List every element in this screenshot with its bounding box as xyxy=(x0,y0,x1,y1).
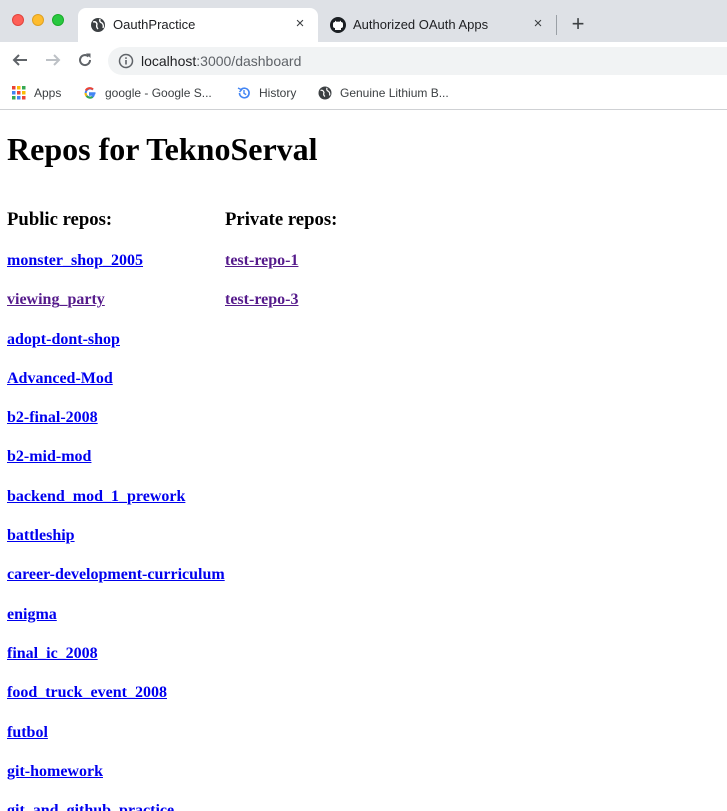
repo-link[interactable]: test-repo-1 xyxy=(225,252,298,269)
list-item: career-development-curriculum xyxy=(7,547,225,586)
list-item: battleship xyxy=(7,508,225,547)
repo-link[interactable]: final_ic_2008 xyxy=(7,645,98,662)
list-item: test-repo-3 xyxy=(225,272,337,311)
github-icon xyxy=(330,17,346,33)
repo-link[interactable]: battleship xyxy=(7,527,75,544)
repo-link[interactable]: monster_shop_2005 xyxy=(7,252,143,269)
list-item: futbol xyxy=(7,704,225,743)
back-button[interactable] xyxy=(10,50,30,70)
repo-link[interactable]: backend_mod_1_prework xyxy=(7,488,185,505)
list-item: backend_mod_1_prework xyxy=(7,468,225,507)
list-item: git-homework xyxy=(7,744,225,783)
globe-icon xyxy=(318,86,332,100)
list-item: b2-mid-mod xyxy=(7,429,225,468)
list-item: test-repo-1 xyxy=(225,231,337,272)
tab-title: Authorized OAuth Apps xyxy=(353,17,489,32)
apps-grid-icon xyxy=(12,86,26,100)
bookmark-label: Genuine Lithium B... xyxy=(340,86,449,100)
bookmark-label: History xyxy=(259,86,297,100)
tab-separator xyxy=(556,15,557,35)
tab-close-icon[interactable]: × xyxy=(292,16,308,32)
public-repos-heading: Public repos: xyxy=(7,209,113,230)
tab-authorized-oauth-apps[interactable]: Authorized OAuth Apps × xyxy=(318,8,556,42)
tab-close-icon[interactable]: × xyxy=(530,16,546,32)
window-maximize-button[interactable] xyxy=(52,14,64,26)
public-repos-list: monster_shop_2005 viewing_party adopt-dont… xyxy=(7,231,225,811)
reload-icon xyxy=(79,53,92,67)
bookmark-genuine-lithium[interactable]: Genuine Lithium B... xyxy=(318,84,449,102)
private-repos-list: test-repo-1 test-repo-3 xyxy=(225,231,337,311)
list-item: final_ic_2008 xyxy=(7,626,225,665)
bookmark-apps[interactable]: Apps xyxy=(12,84,61,102)
repo-link[interactable]: adopt-dont-shop xyxy=(7,331,120,348)
repo-link[interactable]: career-development-curriculum xyxy=(7,566,225,583)
repo-link[interactable]: b2-mid-mod xyxy=(7,448,91,465)
repo-link[interactable]: git_and_github_practice xyxy=(7,802,174,811)
repo-link[interactable]: b2-final-2008 xyxy=(7,409,98,426)
url-host: localhost xyxy=(141,53,197,69)
tab-title: OauthPractice xyxy=(113,17,196,32)
repo-link[interactable]: futbol xyxy=(7,724,48,741)
list-item: git_and_github_practice xyxy=(7,783,225,811)
reload-button[interactable] xyxy=(75,50,95,70)
repo-link[interactable]: viewing_party xyxy=(7,291,105,308)
list-item: monster_shop_2005 xyxy=(7,231,225,272)
bookmark-label: google - Google S... xyxy=(105,86,212,100)
page-content: Repos for TeknoServal Public repos: mons… xyxy=(0,111,727,811)
bookmarks-bar: Apps google - Google S... History Genuin… xyxy=(0,78,727,110)
browser-toolbar: localhost:3000/dashboard xyxy=(0,42,727,78)
repo-link[interactable]: Advanced-Mod xyxy=(7,370,113,387)
list-item: adopt-dont-shop xyxy=(7,311,225,350)
new-tab-button[interactable]: + xyxy=(568,13,588,35)
list-item: Advanced-Mod xyxy=(7,351,225,390)
tab-oauthpractice[interactable]: OauthPractice × xyxy=(78,8,318,42)
bookmark-label: Apps xyxy=(34,86,62,100)
public-repos-section: Public repos: monster_shop_2005 viewing_p… xyxy=(7,209,225,811)
private-repos-section: Private repos: test-repo-1 test-repo-3 xyxy=(225,209,337,311)
list-item: b2-final-2008 xyxy=(7,390,225,429)
list-item: food_truck_event_2008 xyxy=(7,665,225,704)
repo-link[interactable]: food_truck_event_2008 xyxy=(7,684,167,701)
window-minimize-button[interactable] xyxy=(32,14,44,26)
url-text: localhost:3000/dashboard xyxy=(141,53,301,69)
tab-strip: OauthPractice × Authorized OAuth Apps × … xyxy=(0,0,727,42)
google-icon xyxy=(83,86,97,100)
list-item: viewing_party xyxy=(7,272,225,311)
address-bar[interactable]: localhost:3000/dashboard xyxy=(108,47,727,75)
back-arrow-icon xyxy=(12,54,27,66)
bookmark-history[interactable]: History xyxy=(237,84,296,102)
info-icon[interactable] xyxy=(118,53,134,69)
list-item: enigma xyxy=(7,586,225,625)
private-repos-heading: Private repos: xyxy=(225,209,338,230)
globe-icon xyxy=(90,17,106,33)
bookmark-google[interactable]: google - Google S... xyxy=(83,84,212,102)
page-title: Repos for TeknoServal xyxy=(7,131,318,167)
forward-arrow-icon xyxy=(46,54,61,66)
forward-button[interactable] xyxy=(43,50,63,70)
window-close-button[interactable] xyxy=(12,14,24,26)
repo-link[interactable]: git-homework xyxy=(7,763,103,780)
history-icon xyxy=(237,86,251,100)
url-path: :3000/dashboard xyxy=(196,53,302,69)
repo-link[interactable]: enigma xyxy=(7,606,57,623)
repo-link[interactable]: test-repo-3 xyxy=(225,291,298,308)
browser-chrome: OauthPractice × Authorized OAuth Apps × … xyxy=(0,0,727,110)
